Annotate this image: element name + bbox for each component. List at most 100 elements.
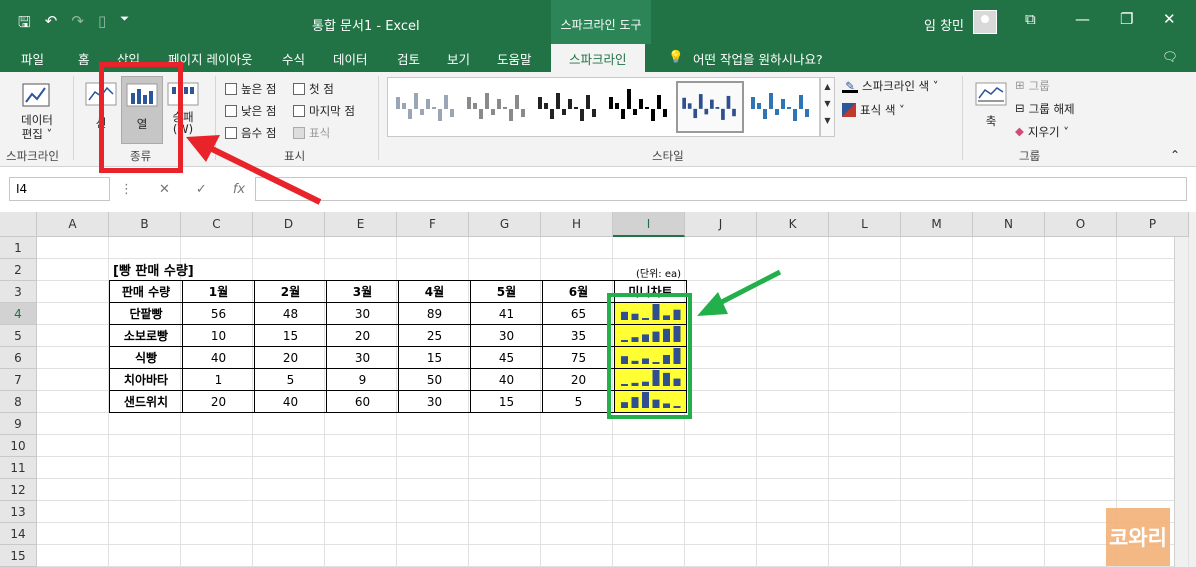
sparkline-cell[interactable] — [614, 302, 687, 325]
gallery-scroll[interactable]: ▲ ▼ ▼ — [820, 77, 835, 137]
vertical-scrollbar[interactable] — [1174, 212, 1196, 567]
row-header-14[interactable]: 14 — [0, 523, 37, 545]
tab-review[interactable]: 검토 — [397, 49, 420, 68]
row-header-2[interactable]: 2 — [0, 259, 37, 281]
column-header-n[interactable]: N — [973, 212, 1045, 237]
style-swatch[interactable] — [463, 81, 531, 133]
column-header-f[interactable]: F — [397, 212, 469, 237]
value-cell[interactable]: 75 — [542, 346, 615, 369]
value-cell[interactable]: 89 — [398, 302, 471, 325]
value-cell[interactable]: 20 — [182, 390, 255, 413]
value-cell[interactable]: 5 — [254, 368, 327, 391]
gallery-more-icon[interactable]: ▼ — [821, 116, 834, 125]
sparkline-cell[interactable] — [614, 346, 687, 369]
insert-function-icon[interactable]: fx — [233, 182, 245, 197]
sparkline-cell[interactable] — [614, 368, 687, 391]
item-name-cell[interactable]: 치아바타 — [109, 368, 183, 391]
row-header-11[interactable]: 11 — [0, 457, 37, 479]
type-column-button[interactable]: 열 — [121, 76, 163, 144]
row-header-8[interactable]: 8 — [0, 391, 37, 413]
column-header-j[interactable]: J — [685, 212, 757, 237]
row-header-5[interactable]: 5 — [0, 325, 37, 347]
edit-data-button[interactable]: 데이터 편집 ˅ — [12, 80, 62, 141]
gallery-up-icon[interactable]: ▲ — [821, 82, 834, 91]
touch-mode-icon[interactable]: ▯ — [98, 12, 106, 37]
value-cell[interactable]: 10 — [182, 324, 255, 347]
tab-insert[interactable]: 삽입 — [117, 49, 140, 68]
row-header-9[interactable]: 9 — [0, 413, 37, 435]
header-cell[interactable]: 5월 — [470, 280, 543, 303]
header-cell[interactable]: 1월 — [182, 280, 255, 303]
restore-button[interactable]: ❐ — [1120, 10, 1133, 28]
row-header-15[interactable]: 15 — [0, 545, 37, 567]
type-line-button[interactable]: 선 — [84, 80, 118, 131]
header-cell[interactable]: 4월 — [398, 280, 471, 303]
row-header-10[interactable]: 10 — [0, 435, 37, 457]
value-cell[interactable]: 30 — [326, 346, 399, 369]
column-header-o[interactable]: O — [1045, 212, 1117, 237]
first-point-checkbox[interactable]: 첫 점 — [293, 81, 334, 97]
style-swatch[interactable] — [605, 81, 673, 133]
tab-view[interactable]: 보기 — [447, 49, 470, 68]
group-button[interactable]: ⊞ 그룹 — [1015, 78, 1050, 94]
column-header-g[interactable]: G — [469, 212, 541, 237]
ribbon-display-options-button[interactable]: ⧉ — [1025, 10, 1036, 28]
value-cell[interactable]: 40 — [470, 368, 543, 391]
row-header-13[interactable]: 13 — [0, 501, 37, 523]
minimize-button[interactable]: — — [1075, 10, 1090, 28]
style-swatch[interactable] — [534, 81, 602, 133]
style-swatch[interactable] — [747, 81, 815, 133]
header-cell[interactable]: 2월 — [254, 280, 327, 303]
header-cell[interactable]: 미니차트 — [614, 280, 687, 303]
collapse-ribbon-icon[interactable]: ⌃ — [1170, 148, 1180, 162]
value-cell[interactable]: 15 — [254, 324, 327, 347]
enter-icon[interactable]: ✓ — [196, 182, 207, 197]
header-cell[interactable]: 6월 — [542, 280, 615, 303]
marker-color-button[interactable]: 표식 색 ˅ — [842, 102, 905, 118]
header-cell[interactable]: 3월 — [326, 280, 399, 303]
value-cell[interactable]: 1 — [182, 368, 255, 391]
comments-icon[interactable]: 🗨 — [1162, 49, 1178, 65]
column-header-c[interactable]: C — [181, 212, 253, 237]
value-cell[interactable]: 56 — [182, 302, 255, 325]
tab-home[interactable]: 홈 — [78, 49, 90, 68]
column-header-h[interactable]: H — [541, 212, 613, 237]
row-header-12[interactable]: 12 — [0, 479, 37, 501]
column-header-e[interactable]: E — [325, 212, 397, 237]
customize-qat-icon[interactable]: ⏷ — [120, 12, 129, 37]
close-button[interactable]: ✕ — [1163, 10, 1176, 28]
row-header-1[interactable]: 1 — [0, 237, 37, 259]
column-header-d[interactable]: D — [253, 212, 325, 237]
style-swatch[interactable] — [392, 81, 460, 133]
item-name-cell[interactable]: 샌드위치 — [109, 390, 183, 413]
tell-me-search[interactable]: 어떤 작업을 원하시나요? — [693, 49, 823, 68]
save-icon[interactable]: 🖫 — [18, 12, 31, 37]
gallery-down-icon[interactable]: ▼ — [821, 99, 834, 108]
value-cell[interactable]: 30 — [470, 324, 543, 347]
high-point-checkbox[interactable]: 높은 점 — [225, 81, 276, 97]
tab-file[interactable]: 파일 — [21, 49, 44, 68]
item-name-cell[interactable]: 소보로빵 — [109, 324, 183, 347]
value-cell[interactable]: 40 — [182, 346, 255, 369]
tab-help[interactable]: 도움말 — [497, 49, 532, 68]
cancel-icon[interactable]: ✕ — [159, 182, 170, 197]
value-cell[interactable]: 20 — [326, 324, 399, 347]
axis-button[interactable]: 축 — [974, 80, 1008, 129]
avatar[interactable] — [973, 10, 997, 34]
value-cell[interactable]: 48 — [254, 302, 327, 325]
row-header-6[interactable]: 6 — [0, 347, 37, 369]
value-cell[interactable]: 15 — [398, 346, 471, 369]
markers-checkbox[interactable]: 표식 — [293, 125, 330, 141]
low-point-checkbox[interactable]: 낮은 점 — [225, 103, 276, 119]
sparkline-cell[interactable] — [614, 390, 687, 413]
value-cell[interactable]: 65 — [542, 302, 615, 325]
value-cell[interactable]: 35 — [542, 324, 615, 347]
style-swatch-selected[interactable] — [676, 81, 744, 133]
row-header-7[interactable]: 7 — [0, 369, 37, 391]
value-cell[interactable]: 20 — [542, 368, 615, 391]
value-cell[interactable]: 45 — [470, 346, 543, 369]
row-header-3[interactable]: 3 — [0, 281, 37, 303]
column-header-i[interactable]: I — [613, 212, 685, 237]
value-cell[interactable]: 40 — [254, 390, 327, 413]
value-cell[interactable]: 41 — [470, 302, 543, 325]
